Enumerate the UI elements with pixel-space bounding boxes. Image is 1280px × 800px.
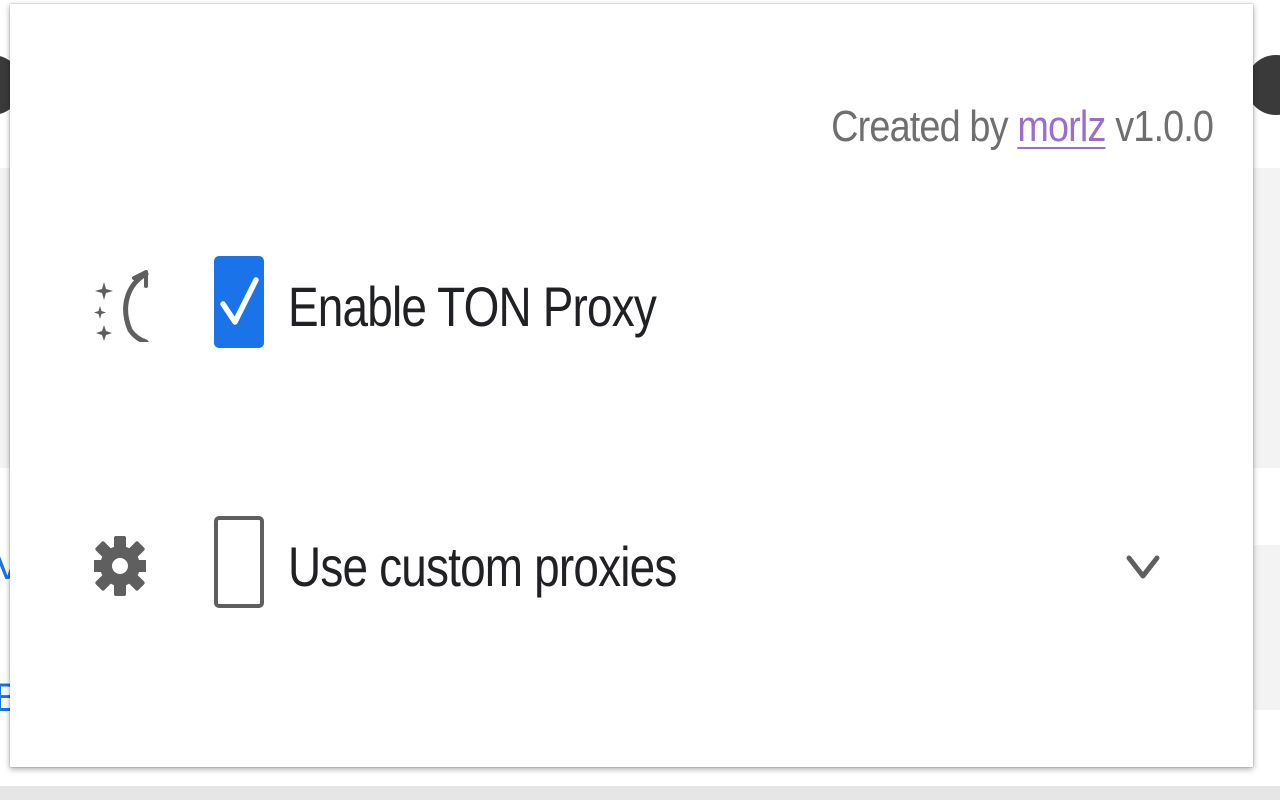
enable-proxy-label: Enable TON Proxy (288, 275, 657, 338)
credits-prefix: Created by (831, 102, 1018, 151)
background-bottom-strip (0, 786, 1280, 800)
custom-proxies-checkbox[interactable] (214, 516, 264, 608)
option-enable-ton-proxy[interactable]: Enable TON Proxy (10, 256, 1253, 356)
option-use-custom-proxies[interactable]: Use custom proxies (10, 516, 1253, 616)
version-label: v1.0.0 (1105, 102, 1214, 151)
chevron-down-icon[interactable] (1123, 546, 1163, 586)
author-link[interactable]: morlz (1017, 102, 1106, 151)
gear-icon (94, 536, 146, 596)
magic-wand-sparkle-icon (94, 270, 149, 342)
extension-popup: Created by morlz v1.0.0 Enable TON Proxy (10, 4, 1253, 767)
credits-line: Created by morlz v1.0.0 (831, 102, 1214, 152)
custom-proxies-label: Use custom proxies (288, 535, 677, 598)
background-band-right (1254, 545, 1280, 710)
enable-proxy-checkbox[interactable] (214, 256, 264, 348)
checkmark-icon (220, 277, 259, 325)
